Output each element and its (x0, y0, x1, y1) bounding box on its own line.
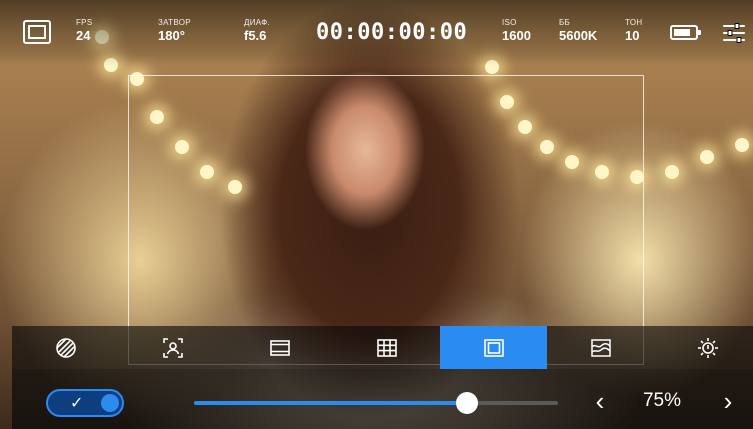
white-balance-label: ББ (559, 18, 571, 27)
next-value-button[interactable]: › (716, 385, 740, 417)
false-color-icon (590, 338, 611, 357)
fps-label: FPS (76, 18, 93, 27)
slider-value-readout: 75% (642, 390, 682, 411)
grid-icon (376, 338, 397, 357)
overlay-enable-toggle[interactable]: ✓ (46, 389, 124, 417)
display-frame-icon[interactable] (23, 20, 51, 44)
timecode-display[interactable]: 00:00:00:00 (316, 20, 467, 45)
tool-safe-area[interactable] (440, 326, 547, 369)
iso-value: 1600 (502, 28, 531, 43)
battery-icon[interactable] (670, 25, 701, 40)
string-light (700, 150, 714, 164)
tool-false-color[interactable] (547, 326, 654, 369)
opacity-slider[interactable] (194, 392, 558, 414)
tool-zebra[interactable] (12, 326, 119, 369)
tint-indicator[interactable]: ТОН 10 (625, 18, 642, 43)
bottom-control-bar: ✓ ‹ 75% › (12, 369, 753, 429)
toggle-knob (101, 394, 119, 412)
checkmark-icon: ✓ (70, 395, 84, 412)
frame-guide-overlay (128, 75, 644, 365)
slider-fill (194, 401, 467, 405)
iso-indicator[interactable]: ISO 1600 (502, 18, 531, 43)
tool-grid[interactable] (333, 326, 440, 369)
tool-frame-guides[interactable] (226, 326, 333, 369)
focus-assist-icon (162, 337, 183, 358)
shutter-indicator[interactable]: ЗАТВОР 180° (158, 18, 191, 43)
iris-label: ДИАФ. (244, 18, 271, 27)
tool-brightness[interactable] (654, 326, 753, 369)
slider-thumb[interactable] (456, 392, 478, 414)
tint-value: 10 (625, 28, 640, 43)
iso-label: ISO (502, 18, 517, 27)
previous-value-button[interactable]: ‹ (588, 385, 612, 417)
tint-label: ТОН (625, 18, 643, 27)
safe-area-icon (483, 338, 504, 357)
brightness-icon (697, 337, 718, 358)
fps-value: 24 (76, 28, 91, 43)
overlay-tool-strip (12, 326, 753, 369)
top-status-bar: FPS 24 ЗАТВОР 180° ДИАФ. f5.6 00:00:00:0… (0, 0, 753, 66)
iris-value: f5.6 (244, 28, 267, 43)
string-light (665, 165, 679, 179)
tool-focus-assist[interactable] (119, 326, 226, 369)
fps-indicator[interactable]: FPS 24 (76, 18, 92, 43)
white-balance-value: 5600K (559, 28, 598, 43)
shutter-value: 180° (158, 28, 185, 43)
battery-level-fill (674, 29, 691, 36)
camera-screen: FPS 24 ЗАТВОР 180° ДИАФ. f5.6 00:00:00:0… (0, 0, 753, 429)
iris-indicator[interactable]: ДИАФ. f5.6 (244, 18, 270, 43)
shutter-label: ЗАТВОР (158, 18, 191, 27)
white-balance-indicator[interactable]: ББ 5600K (559, 18, 597, 43)
string-light (735, 138, 749, 152)
battery-terminal (698, 30, 701, 35)
zebra-icon (55, 337, 76, 358)
frame-guides-icon (269, 339, 290, 356)
settings-sliders-icon[interactable] (723, 22, 745, 44)
